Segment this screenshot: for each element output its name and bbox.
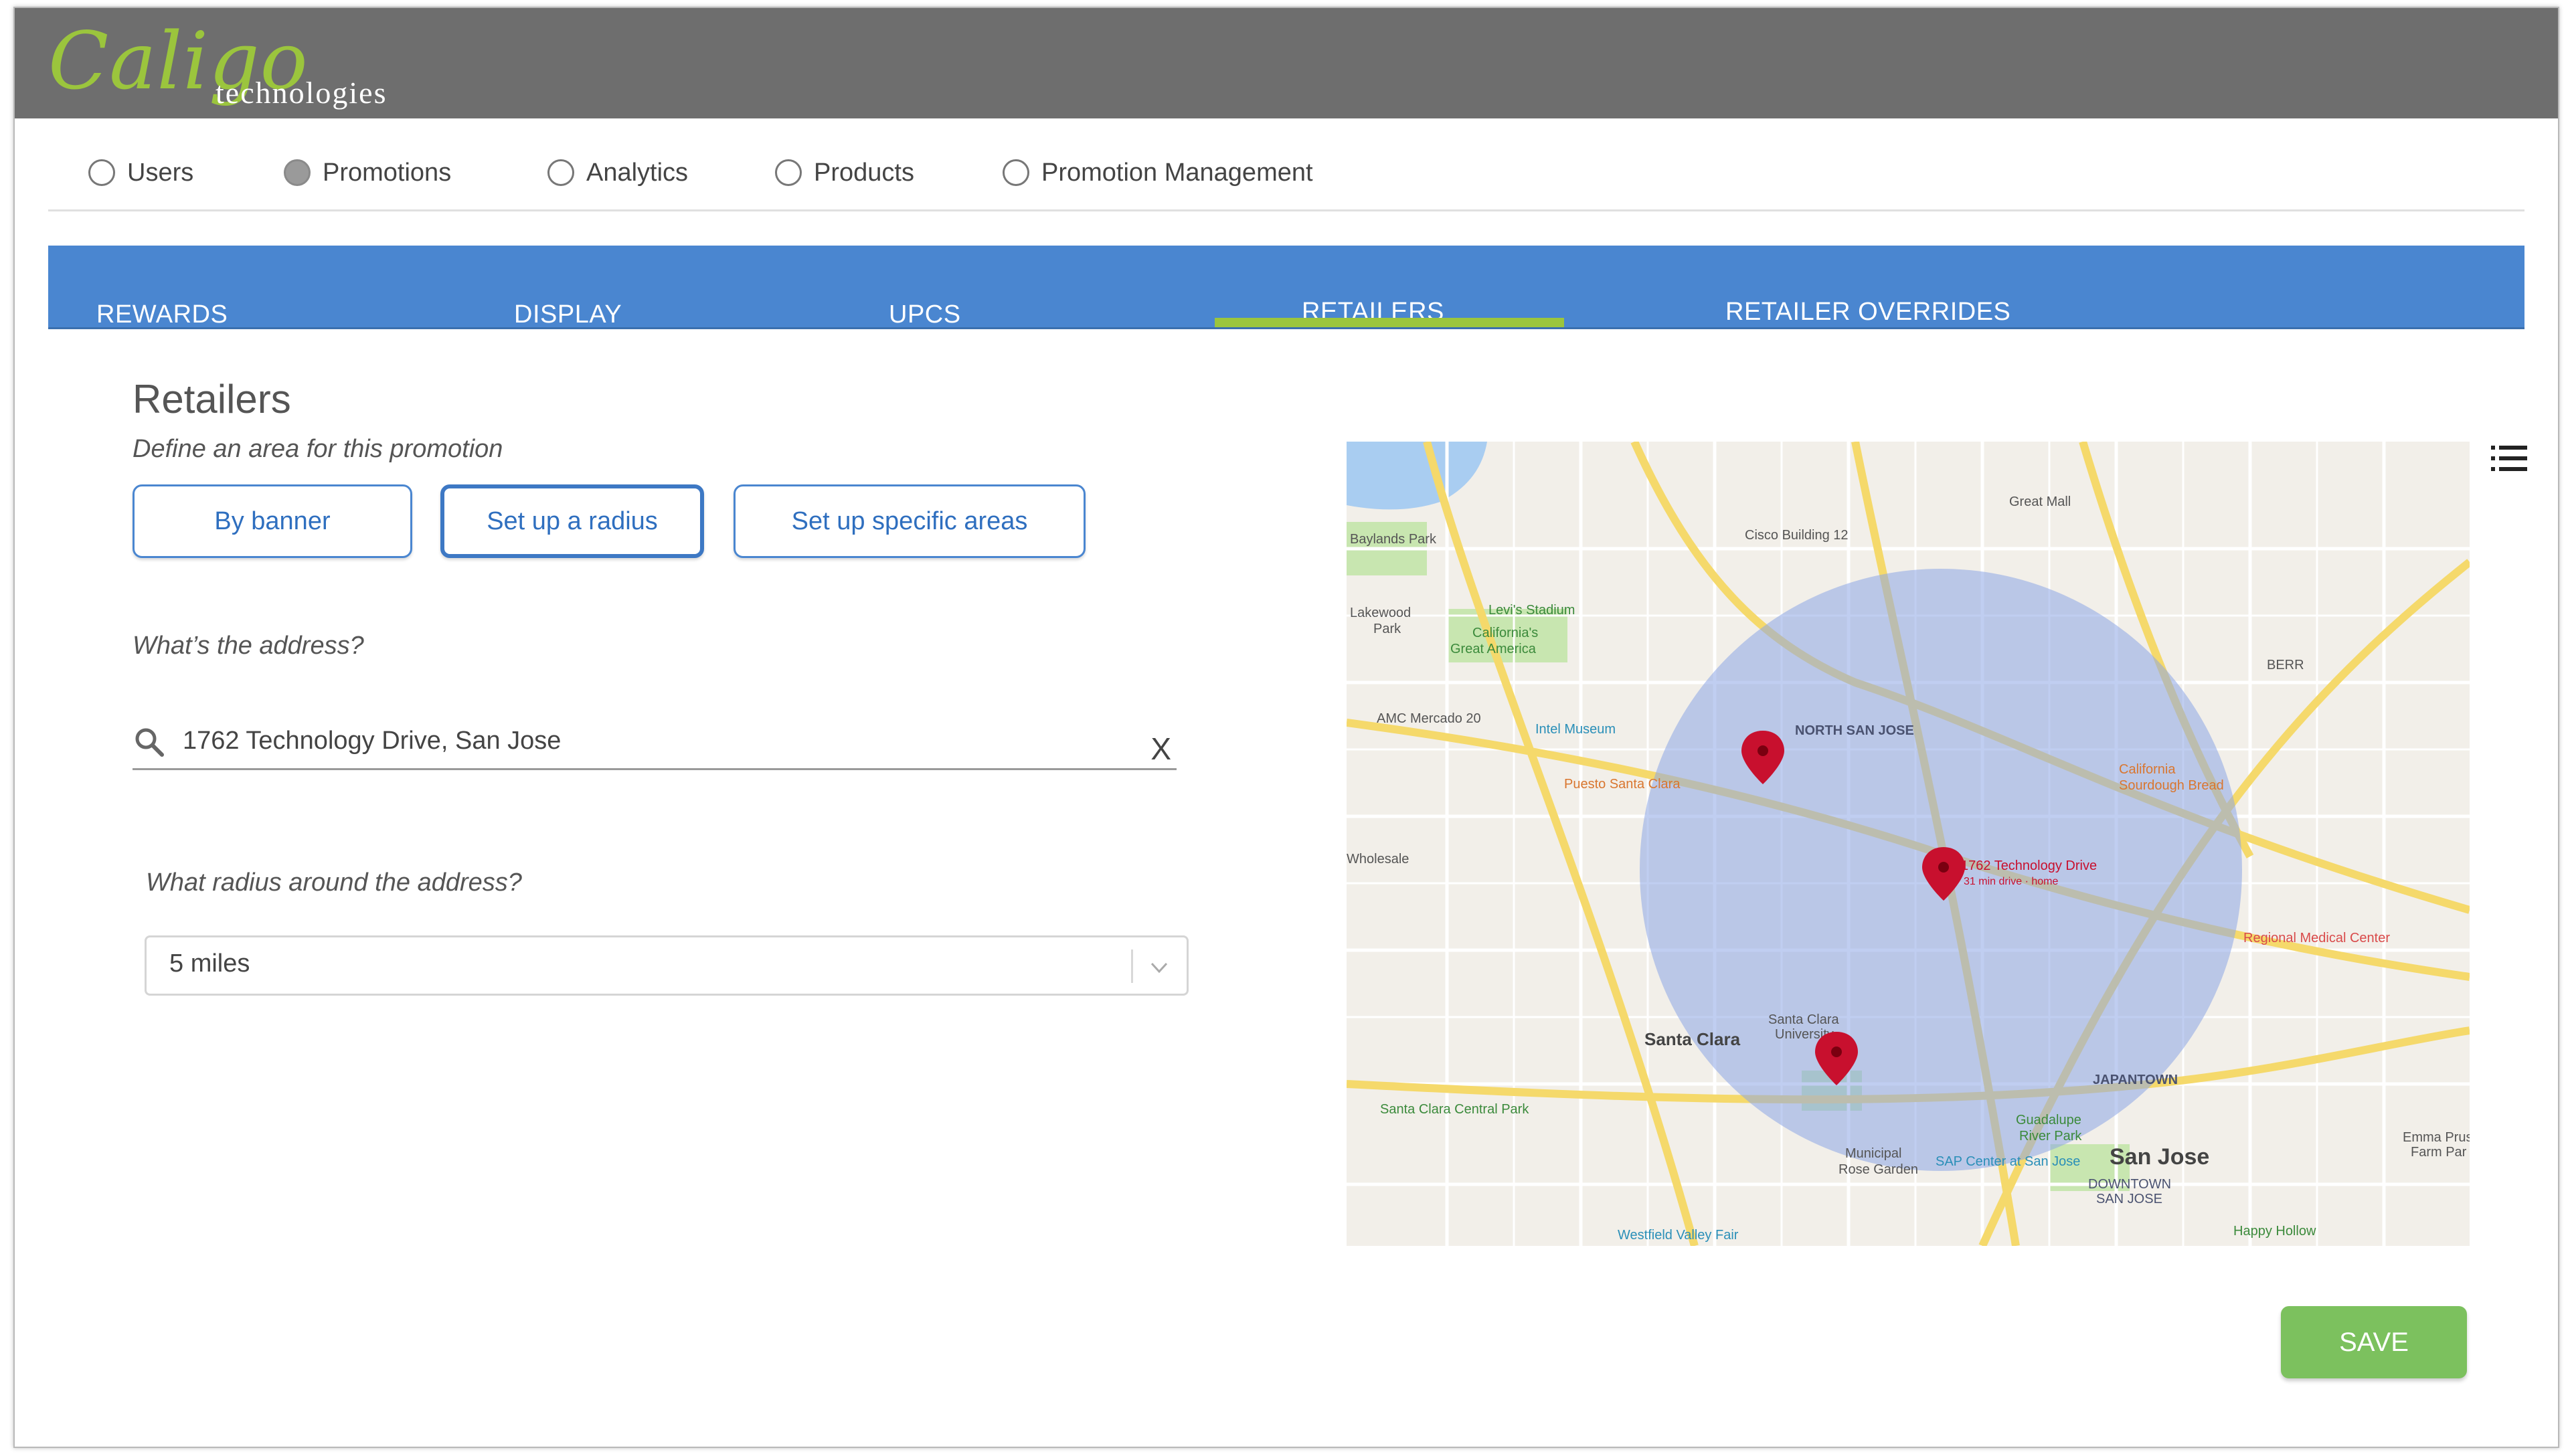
map-label: SAP Center at San Jose: [1936, 1154, 2080, 1169]
map-label: Rose Garden: [1838, 1162, 1918, 1177]
map-label: Regional Medical Center: [2243, 931, 2390, 945]
tab-retailer-overrides[interactable]: RETAILER OVERRIDES: [1725, 298, 2010, 327]
nav-analytics[interactable]: Analytics: [547, 156, 688, 189]
nav-promotions-label: Promotions: [323, 158, 452, 187]
by-banner-button[interactable]: By banner: [133, 484, 412, 558]
select-divider: [1131, 949, 1133, 983]
nav-promotion-management[interactable]: Promotion Management: [1003, 156, 1313, 189]
chevron-down-icon[interactable]: [1146, 955, 1172, 980]
app-header: Caligo technologies: [15, 8, 2558, 118]
radius-select[interactable]: 5 miles: [145, 935, 1189, 996]
nav-products[interactable]: Products: [775, 156, 914, 189]
radio-icon[interactable]: [775, 159, 802, 186]
center-pin-sublabel: 31 min drive · home: [1964, 876, 2058, 887]
map-label: Guadalupe: [2016, 1113, 2081, 1127]
section-title: Retailers: [133, 377, 291, 422]
map-label: Santa Clara: [1768, 1012, 1839, 1027]
map-label: Happy Hollow: [2233, 1224, 2316, 1239]
map-label: SAN JOSE: [2096, 1192, 2162, 1206]
map-label: Santa Clara Central Park: [1380, 1102, 1529, 1117]
map-label: BERR: [2267, 658, 2304, 672]
app-window: Caligo technologies Users Promotions Ana…: [13, 7, 2559, 1448]
map-label: Municipal: [1845, 1146, 1901, 1161]
nav-promotion-management-label: Promotion Management: [1041, 158, 1313, 187]
map-label: Cisco Building 12: [1745, 528, 1849, 543]
set-up-specific-areas-button[interactable]: Set up specific areas: [734, 484, 1086, 558]
nav-products-label: Products: [814, 158, 914, 187]
map-label: Intel Museum: [1535, 722, 1616, 737]
address-field: X: [133, 719, 1177, 770]
map-label: Puesto Santa Clara: [1564, 777, 1681, 792]
tab-bar: REWARDS DISPLAY UPCS RETAILERS RETAILER …: [48, 246, 2524, 329]
map-label: Lakewood: [1350, 606, 1411, 620]
retailer-map[interactable]: Great Mall Cisco Building 12 Baylands Pa…: [1347, 442, 2470, 1246]
map-label: River Park: [2019, 1129, 2082, 1144]
map-label: Sourdough Bread: [2119, 778, 2224, 793]
address-question: What’s the address?: [133, 632, 364, 660]
center-pin-label: 1762 Technology Drive: [1961, 858, 2097, 873]
map-label: AMC Mercado 20: [1377, 711, 1481, 726]
brand-tagline: technologies: [216, 76, 388, 110]
map-label: Great America: [1450, 642, 1537, 656]
map-label: Santa Clara: [1644, 1029, 1741, 1049]
radius-question: What radius around the address?: [146, 869, 522, 897]
active-tab-indicator: [1215, 318, 1564, 327]
map-label: Westfield Valley Fair: [1618, 1228, 1739, 1243]
top-navigation: Users Promotions Analytics Products Prom…: [48, 118, 2524, 211]
map-label: Wholesale: [1347, 852, 1409, 867]
bay-water: [1347, 442, 1487, 510]
section-subtitle: Define an area for this promotion: [133, 435, 503, 463]
search-icon: [135, 728, 164, 757]
list-view-icon[interactable]: [2491, 443, 2529, 475]
map-label: California: [2119, 762, 2176, 777]
map-label: Baylands Park: [1350, 532, 1437, 547]
nav-users[interactable]: Users: [88, 156, 193, 189]
radio-icon[interactable]: [1003, 159, 1029, 186]
clear-address-button[interactable]: X: [1150, 731, 1171, 767]
nav-users-label: Users: [127, 158, 194, 187]
tab-rewards[interactable]: REWARDS: [96, 300, 228, 329]
nav-promotions[interactable]: Promotions: [284, 156, 451, 189]
radio-checked-icon[interactable]: [284, 159, 311, 186]
radio-icon[interactable]: [88, 159, 115, 186]
save-button[interactable]: SAVE: [2281, 1306, 2467, 1378]
map-label: Farm Par: [2411, 1145, 2467, 1160]
tab-upcs[interactable]: UPCS: [889, 300, 961, 329]
radius-selected-value: 5 miles: [169, 949, 250, 978]
set-up-radius-button[interactable]: Set up a radius: [440, 484, 704, 558]
map-label: Park: [1373, 622, 1401, 636]
tab-display[interactable]: DISPLAY: [514, 300, 622, 329]
map-label: NORTH SAN JOSE: [1795, 723, 1914, 738]
map-label: Levi's Stadium: [1488, 603, 1575, 618]
map-label: San Jose: [2110, 1144, 2209, 1170]
address-input[interactable]: [183, 723, 1106, 759]
map-canvas[interactable]: Great Mall Cisco Building 12 Baylands Pa…: [1347, 442, 2470, 1246]
map-label: JAPANTOWN: [2093, 1073, 2178, 1087]
map-label: Emma Prus: [2403, 1130, 2470, 1145]
map-label: Great Mall: [2009, 494, 2071, 509]
nav-analytics-label: Analytics: [586, 158, 689, 187]
map-label: California's: [1472, 626, 1538, 640]
radio-icon[interactable]: [547, 159, 574, 186]
map-label: DOWNTOWN: [2088, 1177, 2171, 1192]
